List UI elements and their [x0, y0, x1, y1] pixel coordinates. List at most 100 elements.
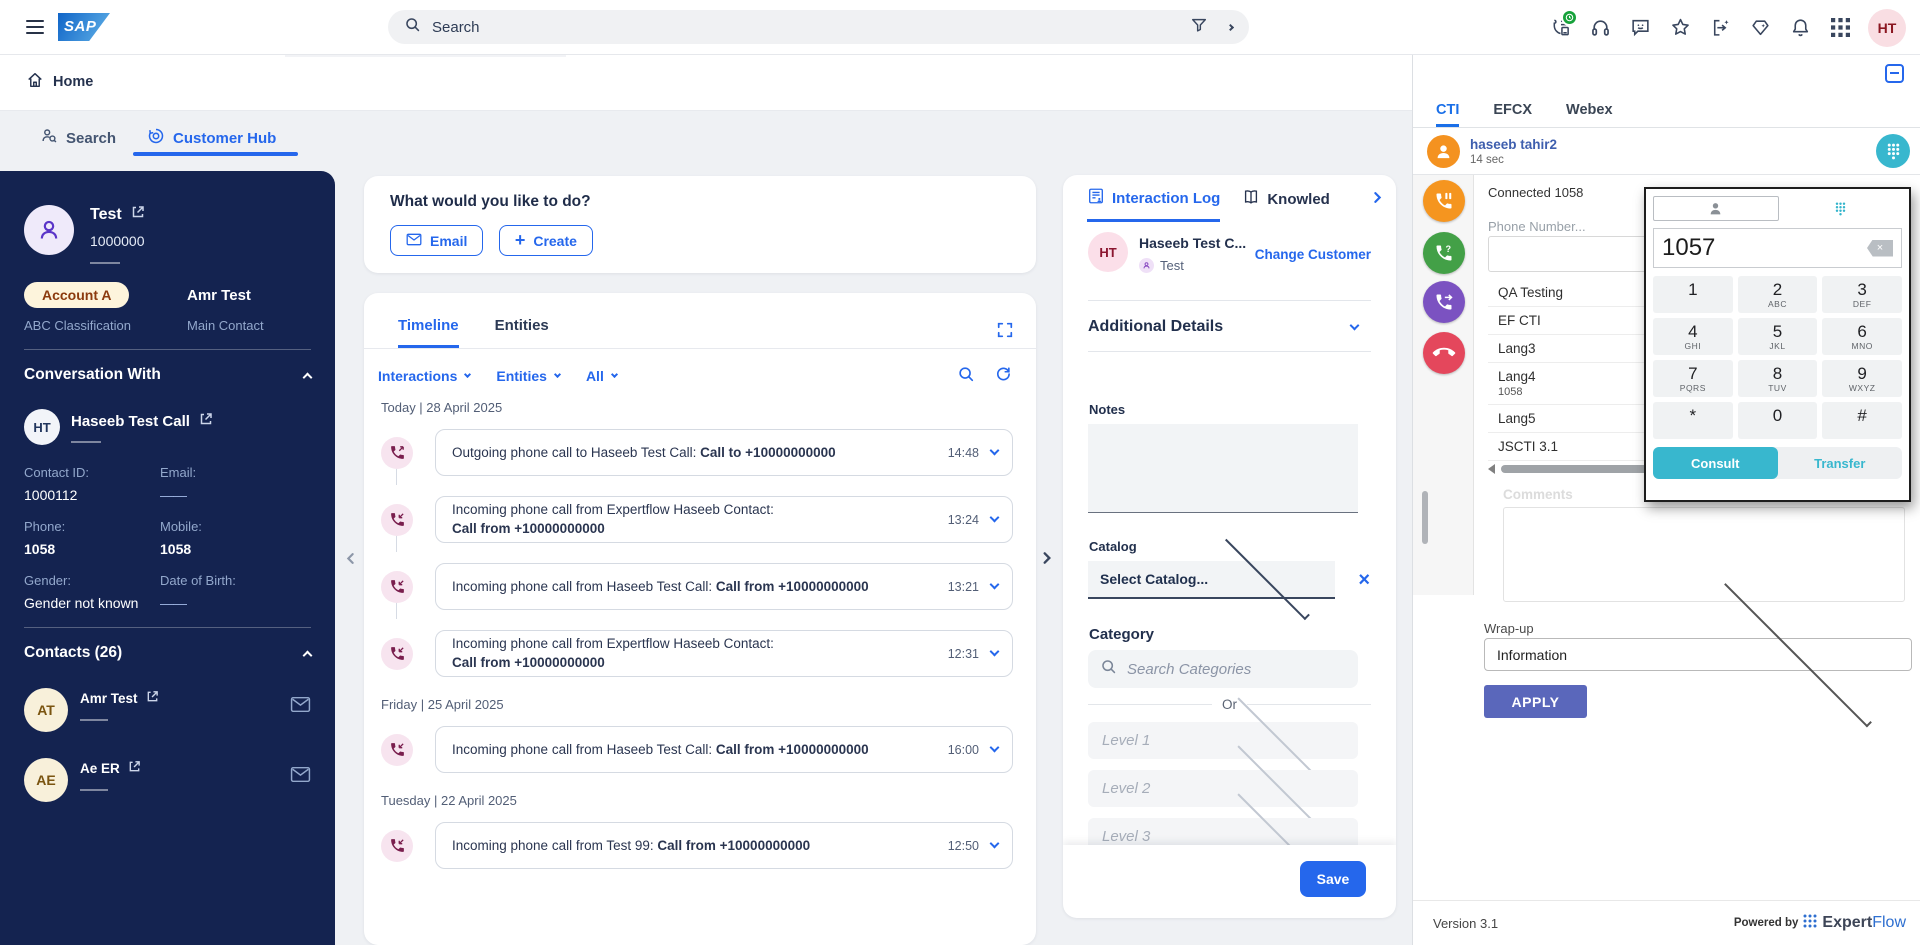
dialpad-key[interactable]: 1 — [1653, 276, 1733, 313]
tab-search[interactable]: Search — [40, 127, 116, 149]
dialpad-toggle-button[interactable] — [1876, 134, 1910, 168]
comments-textarea[interactable] — [1503, 507, 1905, 602]
chevron-down-icon[interactable] — [990, 513, 1000, 523]
vertical-scrollbar[interactable] — [1422, 491, 1428, 544]
level-2-select[interactable]: Level 2 — [1088, 770, 1358, 807]
apply-button[interactable]: APPLY — [1484, 685, 1587, 718]
dialpad-contacts-tab[interactable] — [1653, 196, 1779, 221]
catalog-select[interactable]: Select Catalog... — [1088, 561, 1335, 599]
timeline-row: Outgoing phone call to Haseeb Test Call:… — [381, 429, 1013, 476]
dialpad-key[interactable]: # — [1822, 402, 1902, 439]
timeline-entry-card[interactable]: Incoming phone call from Haseeb Test Cal… — [435, 726, 1013, 773]
additional-details-toggle[interactable]: Additional Details — [1088, 318, 1358, 336]
dialpad-key[interactable]: 5 JKL — [1738, 318, 1818, 355]
tab-timeline[interactable]: Timeline — [398, 317, 459, 348]
scroll-left-icon[interactable] — [1488, 464, 1495, 474]
app-grid-icon[interactable] — [1820, 8, 1860, 48]
dialpad-key[interactable]: 3 DEF — [1822, 276, 1902, 313]
menu-icon[interactable] — [26, 20, 44, 34]
backspace-icon[interactable]: × — [1867, 240, 1893, 257]
filter-entities[interactable]: Entities — [496, 368, 560, 384]
create-button[interactable]: + Create — [499, 225, 593, 256]
premium-diamond-icon[interactable] — [1740, 8, 1780, 48]
headset-icon[interactable] — [1580, 8, 1620, 48]
dialpad-key[interactable]: 8 TUV — [1738, 360, 1818, 397]
chevron-down-icon[interactable] — [990, 839, 1000, 849]
minimize-panel-icon[interactable] — [1885, 64, 1904, 83]
tab-efcx[interactable]: EFCX — [1493, 95, 1532, 127]
dialpad-key[interactable]: 6 MNO — [1822, 318, 1902, 355]
notes-textarea[interactable] — [1088, 424, 1358, 513]
feedback-chat-icon[interactable] — [1620, 8, 1660, 48]
chevron-down-icon[interactable] — [990, 580, 1000, 590]
export-icon[interactable] — [1700, 8, 1740, 48]
dialpad-key[interactable]: 0 — [1738, 402, 1818, 439]
wrapup-select[interactable]: Information — [1484, 638, 1912, 671]
open-account-icon[interactable] — [131, 205, 145, 224]
sap-logo[interactable]: SAP — [58, 13, 110, 41]
tab-cti[interactable]: CTI — [1436, 95, 1459, 127]
level-1-select[interactable]: Level 1 — [1088, 722, 1358, 759]
save-button[interactable]: Save — [1300, 861, 1366, 897]
email-button[interactable]: Email — [390, 225, 483, 256]
email-icon[interactable] — [290, 766, 311, 788]
user-avatar[interactable]: HT — [1868, 9, 1906, 47]
global-search-input[interactable] — [432, 19, 1190, 36]
tab-entities[interactable]: Entities — [495, 317, 549, 348]
open-contact-icon[interactable] — [146, 690, 159, 706]
horizontal-scrollbar[interactable] — [1488, 464, 1649, 474]
open-contact-icon[interactable] — [199, 412, 213, 430]
dialpad-key[interactable]: 2 ABC — [1738, 276, 1818, 313]
timeline-entry-card[interactable]: Outgoing phone call to Haseeb Test Call:… — [435, 429, 1013, 476]
filter-icon[interactable] — [1190, 16, 1208, 39]
end-call-button[interactable] — [1423, 332, 1465, 374]
dialpad-key[interactable]: 4 GHI — [1653, 318, 1733, 355]
next-tabs-icon[interactable] — [1371, 191, 1384, 209]
refresh-icon[interactable] — [994, 365, 1012, 386]
favorites-star-icon[interactable] — [1660, 8, 1700, 48]
chevron-down-icon[interactable] — [990, 446, 1000, 456]
search-go-icon[interactable] — [1227, 23, 1234, 30]
agent-status-phone-icon[interactable] — [1540, 8, 1580, 48]
timeline-entry-card[interactable]: Incoming phone call from Haseeb Test Cal… — [435, 563, 1013, 610]
consult-button[interactable]: Consult — [1653, 447, 1778, 479]
call-direction-icon — [381, 437, 413, 469]
timeline-entry-card[interactable]: Incoming phone call from Expertflow Hase… — [435, 496, 1013, 543]
category-search[interactable] — [1088, 650, 1358, 688]
category-search-input[interactable] — [1127, 661, 1307, 678]
transfer-call-button[interactable] — [1423, 281, 1465, 323]
change-customer-link[interactable]: Change Customer — [1255, 247, 1371, 262]
dialpad-key[interactable]: 9 WXYZ — [1822, 360, 1902, 397]
dialpad-key[interactable]: 7 PQRS — [1653, 360, 1733, 397]
consult-call-button[interactable]: ? — [1423, 232, 1465, 274]
clear-catalog-icon[interactable]: × — [1358, 570, 1370, 590]
expand-panel-icon[interactable] — [1040, 551, 1054, 570]
global-search[interactable] — [388, 10, 1249, 44]
scrollbar-thumb[interactable] — [1501, 465, 1649, 473]
hold-call-button[interactable] — [1423, 180, 1465, 222]
timeline-entry-card[interactable]: Incoming phone call from Test 99: Call f… — [435, 822, 1013, 869]
filter-all[interactable]: All — [586, 368, 617, 384]
fullscreen-icon[interactable] — [996, 321, 1014, 344]
tab-home[interactable]: Home — [26, 71, 93, 93]
dialpad-number-input[interactable] — [1662, 234, 1867, 262]
filter-interactions[interactable]: Interactions — [378, 368, 470, 384]
tab-interaction-log[interactable]: Interaction Log — [1087, 187, 1220, 222]
notifications-bell-icon[interactable] — [1780, 8, 1820, 48]
collapse-section-icon[interactable] — [303, 372, 313, 382]
collapse-sidebar-icon[interactable] — [344, 552, 357, 570]
transfer-button[interactable]: Transfer — [1778, 447, 1903, 479]
timeline-entry-card[interactable]: Incoming phone call from Expertflow Hase… — [435, 630, 1013, 677]
dialpad-keypad-tab[interactable] — [1779, 196, 1903, 221]
search-icon[interactable] — [957, 365, 975, 386]
tab-customer-hub[interactable]: Customer Hub — [147, 127, 276, 149]
collapse-section-icon[interactable] — [303, 650, 313, 660]
email-icon[interactable] — [290, 696, 311, 718]
chevron-down-icon[interactable] — [990, 743, 1000, 753]
caller-name[interactable]: haseeb tahir2 — [1470, 137, 1557, 152]
open-contact-icon[interactable] — [128, 760, 141, 776]
tab-webex[interactable]: Webex — [1566, 95, 1612, 127]
tab-knowledge[interactable]: Knowled — [1242, 187, 1330, 210]
chevron-down-icon[interactable] — [990, 647, 1000, 657]
dialpad-key[interactable]: * — [1653, 402, 1733, 439]
